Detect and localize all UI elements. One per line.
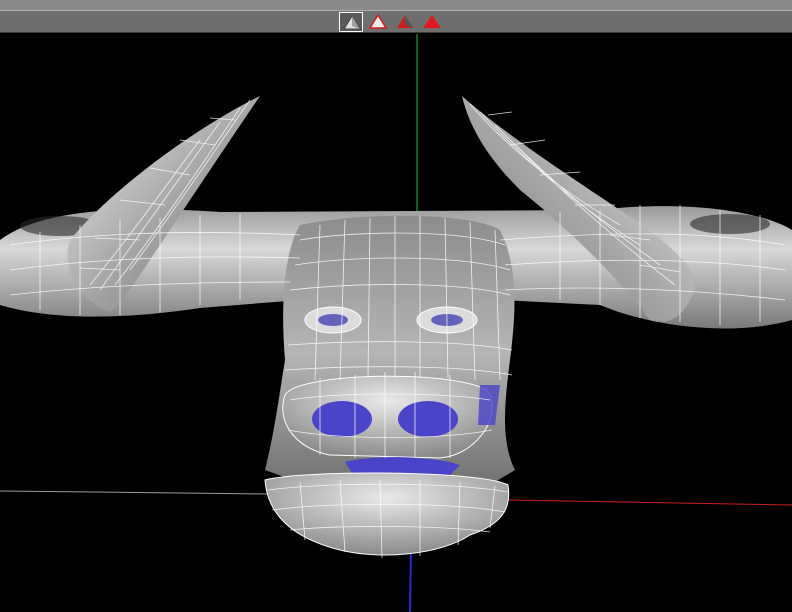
shade-mode-solid-red-button[interactable]: [420, 12, 444, 32]
window-top-strip: [0, 0, 792, 10]
shade-mode-outline-button[interactable]: [366, 12, 390, 32]
flat-red-icon: [397, 15, 413, 28]
shaded-wire-white-icon: [343, 15, 361, 30]
right-nostril: [398, 401, 458, 437]
viewport-toolbar: [0, 10, 792, 33]
x-axis-negative-line: [0, 490, 271, 495]
x-axis-line: [504, 499, 792, 506]
left-nostril: [312, 401, 372, 437]
shade-mode-flat-red-button[interactable]: [393, 12, 417, 32]
bull-head-mesh[interactable]: [0, 96, 792, 556]
solid-red-icon: [423, 15, 441, 28]
z-axis-line: [409, 544, 412, 612]
3d-viewport[interactable]: [0, 33, 792, 612]
lower-jaw: [264, 472, 510, 556]
shade-mode-smooth-wire-button[interactable]: [339, 12, 363, 32]
outline-red-icon: [368, 13, 388, 29]
